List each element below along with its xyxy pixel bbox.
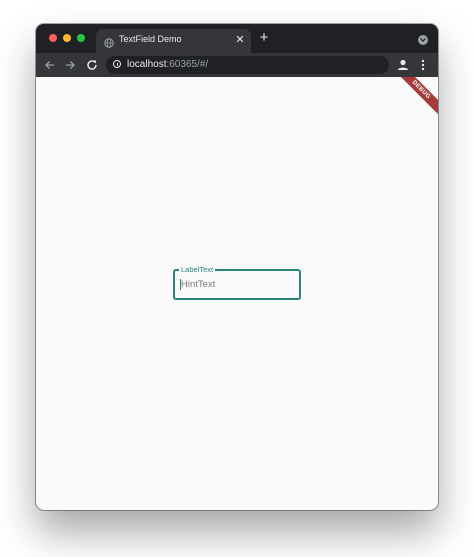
text-field-hint: HintText	[181, 279, 216, 290]
profile-icon[interactable]	[395, 57, 411, 73]
forward-button[interactable]	[62, 57, 78, 73]
tab-title: TextField Demo	[119, 34, 182, 44]
tab-strip: TextField Demo ✕ +	[36, 24, 438, 53]
window-minimize-button[interactable]	[63, 34, 71, 42]
arrow-right-icon	[66, 61, 75, 69]
reload-icon	[87, 60, 97, 70]
arrow-left-icon	[45, 61, 54, 69]
browser-window: TextField Demo ✕ + localhost:60365/#/ DE…	[36, 24, 438, 510]
url-path: :60365/#/	[166, 59, 209, 70]
chevron-down-icon	[420, 38, 426, 42]
page-content: DEBUG LabelText HintText	[36, 77, 438, 510]
window-maximize-button[interactable]	[77, 34, 85, 42]
info-icon[interactable]	[113, 60, 121, 68]
text-field-label: LabelText	[179, 265, 216, 274]
kebab-menu-icon[interactable]	[418, 57, 428, 73]
browser-toolbar: localhost:60365/#/	[36, 53, 438, 77]
address-bar[interactable]: localhost:60365/#/	[106, 56, 389, 74]
text-field[interactable]: LabelText HintText	[173, 265, 301, 300]
url-text: localhost:60365/#/	[127, 59, 208, 70]
reload-button[interactable]	[84, 57, 100, 73]
tab-close-icon[interactable]: ✕	[235, 34, 245, 46]
tab-search-button[interactable]	[418, 35, 428, 45]
back-button[interactable]	[42, 57, 58, 73]
window-close-button[interactable]	[49, 34, 57, 42]
url-host: localhost	[127, 59, 167, 70]
browser-tab[interactable]: TextField Demo ✕	[96, 29, 251, 53]
new-tab-button[interactable]: +	[257, 30, 271, 45]
debug-banner: DEBUG	[392, 77, 438, 119]
globe-icon	[104, 35, 114, 48]
